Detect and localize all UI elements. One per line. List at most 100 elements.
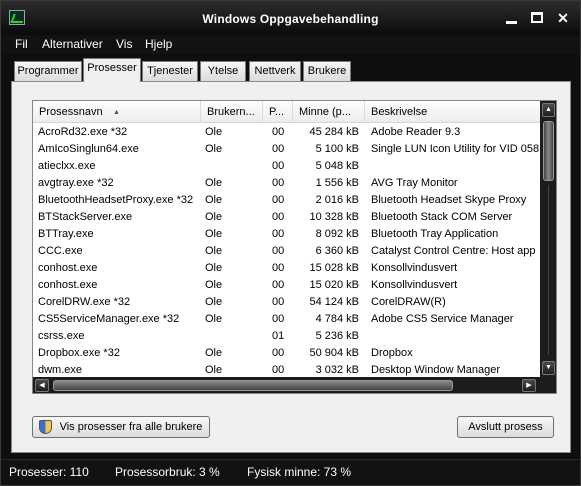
column-header-name-label: Prosessnavn <box>39 106 103 118</box>
scroll-right-arrow-icon[interactable]: ▶ <box>522 379 536 392</box>
process-name: CorelDRW.exe *32 <box>38 296 131 308</box>
process-name: Dropbox.exe *32 <box>38 347 120 359</box>
process-row[interactable]: conhost.exe Ole 00 15 028 kB Konsollvindusve… <box>33 260 540 277</box>
process-row[interactable]: atieclxx.exe 00 5 048 kB <box>33 158 540 175</box>
task-manager-window: Windows Oppgavebehandling ✕ Fil Alternat… <box>0 0 581 486</box>
process-list[interactable]: Prosessnavn ▲ Brukern... P... Minne (p..… <box>32 100 557 394</box>
process-name: AmIcoSinglun64.exe <box>38 143 139 155</box>
minimize-button[interactable] <box>501 9 523 27</box>
process-row[interactable]: BTTray.exe Ole 00 8 092 kB Bluetooth Tray Ap… <box>33 226 540 243</box>
menu-bar: Fil Alternativer Vis Hjelp <box>1 35 580 54</box>
process-name: CCC.exe <box>38 245 83 257</box>
process-row[interactable]: conhost.exe Ole 00 15 020 kB Konsollvindusve… <box>33 277 540 294</box>
process-row[interactable]: csrss.exe 01 5 236 kB <box>33 328 540 345</box>
window-title: Windows Oppgavebehandling <box>202 12 379 26</box>
menu-fil[interactable]: Fil <box>15 37 28 51</box>
process-description <box>367 328 542 345</box>
title-bar[interactable]: Windows Oppgavebehandling ✕ <box>1 1 580 35</box>
tab-tjenester[interactable]: Tjenester <box>142 61 198 81</box>
process-user: Ole <box>205 296 223 308</box>
process-description: CorelDRAW(R) <box>371 296 446 308</box>
scrollbar-corner <box>540 377 556 393</box>
process-description: Konsollvindusvert <box>371 262 458 274</box>
process-description: Bluetooth Headset Skype Proxy <box>371 194 527 206</box>
tab-prosesser[interactable]: Prosesser <box>83 58 141 82</box>
process-description: AVG Tray Monitor <box>371 177 458 189</box>
menu-hjelp[interactable]: Hjelp <box>145 37 172 51</box>
show-all-users-button[interactable]: Vis prosesser fra alle brukere <box>32 416 210 438</box>
process-row[interactable]: CCC.exe Ole 00 6 360 kB Catalyst Control Cen… <box>33 243 540 260</box>
process-memory: 4 784 kB <box>315 313 359 325</box>
tab-brukere[interactable]: Brukere <box>303 61 351 81</box>
process-user: Ole <box>205 143 223 155</box>
process-row[interactable]: CS5ServiceManager.exe *32 Ole 00 4 784 kB Ad… <box>33 311 540 328</box>
tab-ytelse[interactable]: Ytelse <box>200 61 246 81</box>
process-row[interactable]: BTStackServer.exe Ole 00 10 328 kB Bluetooth… <box>33 209 540 226</box>
process-row[interactable]: CorelDRW.exe *32 Ole 00 54 124 kB CorelDRAW(… <box>33 294 540 311</box>
process-memory: 15 020 kB <box>309 279 359 291</box>
menu-vis[interactable]: Vis <box>116 37 132 51</box>
process-memory: 2 016 kB <box>315 194 359 206</box>
process-user: Ole <box>205 262 223 274</box>
vertical-scroll-track <box>548 185 549 355</box>
process-row[interactable]: BluetoothHeadsetProxy.exe *32 Ole 00 2 016 … <box>33 192 540 209</box>
process-user <box>201 158 261 175</box>
process-name: BluetoothHeadsetProxy.exe *32 <box>38 194 194 206</box>
process-memory: 10 328 kB <box>309 211 359 223</box>
process-description: Bluetooth Tray Application <box>371 228 499 240</box>
maximize-icon <box>531 12 543 23</box>
process-list-header: Prosessnavn ▲ Brukern... P... Minne (p..… <box>33 101 540 123</box>
process-name: conhost.exe <box>38 279 98 291</box>
scroll-left-arrow-icon[interactable]: ◀ <box>35 379 49 392</box>
process-description: Catalyst Control Centre: Host app <box>371 245 536 257</box>
process-description: Single LUN Icon Utility for VID 058F <box>371 143 542 155</box>
process-user: Ole <box>205 177 223 189</box>
process-user: Ole <box>205 279 223 291</box>
process-name: conhost.exe <box>38 262 98 274</box>
horizontal-scroll-thumb[interactable] <box>53 380 453 391</box>
process-memory: 1 556 kB <box>315 177 359 189</box>
close-icon: ✕ <box>557 10 569 26</box>
scroll-up-arrow-icon[interactable]: ▲ <box>542 103 555 117</box>
process-memory: 54 124 kB <box>309 296 359 308</box>
tab-nettverk[interactable]: Nettverk <box>249 61 301 81</box>
end-process-button[interactable]: Avslutt prosess <box>457 416 554 438</box>
process-rows: AcroRd32.exe *32 Ole 00 45 284 kB Adobe Read… <box>33 124 542 393</box>
process-row[interactable]: avgtray.exe *32 Ole 00 1 556 kB AVG Tray Mon… <box>33 175 540 192</box>
process-memory: 8 092 kB <box>315 228 359 240</box>
process-description <box>367 158 542 175</box>
process-description: Adobe Reader 9.3 <box>371 126 461 138</box>
minimize-icon <box>506 21 517 24</box>
process-memory: 5 048 kB <box>315 160 359 172</box>
process-description: Konsollvindusvert <box>371 279 458 291</box>
process-user: Ole <box>205 126 223 138</box>
close-button[interactable]: ✕ <box>552 9 574 27</box>
process-user: Ole <box>205 228 223 240</box>
maximize-button[interactable] <box>526 9 548 27</box>
process-row[interactable]: Dropbox.exe *32 Ole 00 50 904 kB Dropbox <box>33 345 540 362</box>
process-name: CS5ServiceManager.exe *32 <box>38 313 180 325</box>
column-header-description[interactable]: Beskrivelse <box>365 101 541 123</box>
process-row[interactable]: AcroRd32.exe *32 Ole 00 45 284 kB Adobe Read… <box>33 124 540 141</box>
process-row[interactable]: AmIcoSinglun64.exe Ole 00 5 100 kB Single LU… <box>33 141 542 158</box>
process-name: avgtray.exe *32 <box>38 177 114 189</box>
column-header-name[interactable]: Prosessnavn ▲ <box>33 101 201 123</box>
process-user: Ole <box>205 211 223 223</box>
process-memory: 5 236 kB <box>315 330 359 342</box>
process-user: Ole <box>205 347 223 359</box>
column-header-cpu[interactable]: P... <box>263 101 293 123</box>
horizontal-scrollbar[interactable]: ◀ ▶ <box>33 377 540 393</box>
column-header-memory[interactable]: Minne (p... <box>293 101 365 123</box>
tab-programmer[interactable]: Programmer <box>14 61 82 81</box>
status-physical-memory: Fysisk minne: 73 % <box>247 465 352 479</box>
process-name: BTStackServer.exe <box>38 211 133 223</box>
process-name: atieclxx.exe <box>38 160 96 172</box>
column-header-user[interactable]: Brukern... <box>201 101 263 123</box>
process-description: Bluetooth Stack COM Server <box>371 211 513 223</box>
vertical-scrollbar[interactable]: ▲ ▼ <box>540 101 556 377</box>
scroll-down-arrow-icon[interactable]: ▼ <box>542 361 555 375</box>
menu-alternativer[interactable]: Alternativer <box>42 37 103 51</box>
status-process-count: Prosesser: 110 <box>9 465 89 479</box>
show-all-users-label: Vis prosesser fra alle brukere <box>59 421 203 433</box>
vertical-scroll-thumb[interactable] <box>543 121 554 181</box>
